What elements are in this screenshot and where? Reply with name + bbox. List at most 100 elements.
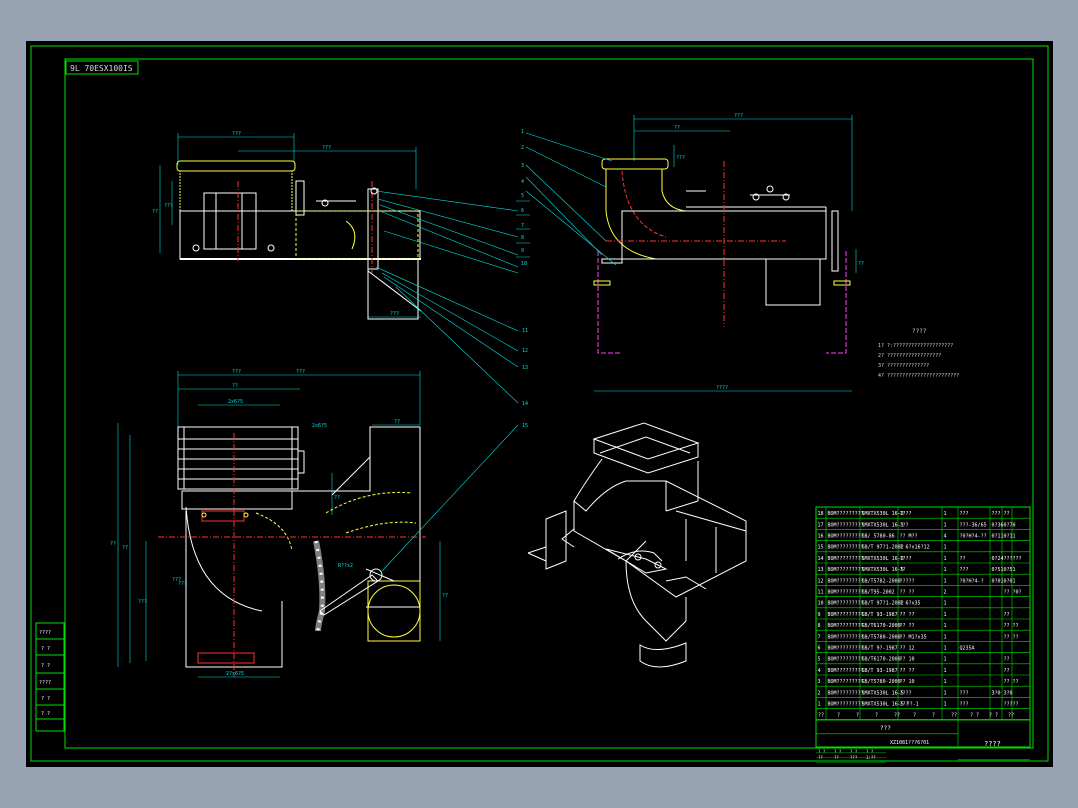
- front-dim: ??: [152, 209, 158, 215]
- left-strip: ???? ? ? ? ? ???? ? ? ? ?: [35, 622, 65, 732]
- bom-cell: BOM?????????: [828, 601, 864, 607]
- bom-cell: ?? ??: [900, 589, 915, 595]
- front-dim: ???: [322, 145, 331, 151]
- bom-header-cell: ??: [894, 713, 900, 719]
- bom-cell: 1: [944, 634, 947, 640]
- bom-cell: BOM?????????: [828, 668, 864, 674]
- side-dim: ????: [716, 385, 728, 391]
- bom-cell: ?? 10: [900, 679, 915, 685]
- bom-cell: SMXTX530L 16-5: [862, 567, 904, 573]
- left-strip-label: ? ?: [41, 663, 50, 669]
- side-view: ??? ?? ???? ?? ??? 1 2 3 4 5 6 7 8 9 10: [516, 113, 864, 392]
- bom-cell: GB/T 93-1987: [862, 612, 898, 618]
- bom-cell: 11: [818, 589, 824, 595]
- drawing-sheet: 9L 70ESX100IS ???? ? ? ? ? ???? ? ? ? ? …: [26, 41, 1053, 774]
- bom-cell: ?? M1?x35: [900, 634, 927, 640]
- front-dim: ???: [232, 131, 241, 137]
- bom-cell: 1: [944, 679, 947, 685]
- bom-cell: ???-36/65: [960, 522, 987, 528]
- bom-cell: 1: [944, 657, 947, 663]
- bom-cell: ??: [1004, 657, 1010, 663]
- bom-header-cell: ? ?: [989, 713, 998, 719]
- bom-header-cell: ?: [875, 713, 878, 719]
- plan-dim: ??: [442, 593, 448, 599]
- tech-note: 4? ????????????????????????: [878, 373, 959, 379]
- bom-cell: 1: [944, 612, 947, 618]
- bom-cell: 3?0: [992, 690, 1001, 696]
- bom-cell: ????: [900, 556, 912, 562]
- title-block-cell: ???: [850, 755, 858, 760]
- outer-border: [30, 45, 1049, 762]
- balloon-label: 13: [522, 365, 528, 371]
- bom-cell: 1: [944, 601, 947, 607]
- bom-cell: ?? ??: [900, 623, 915, 629]
- plan-view: ??? ??? ?? 2x6?5 ?? ?? 2?x6?5 ??? ??? 2x…: [110, 369, 528, 678]
- bom-cell: ???: [960, 701, 969, 707]
- bom-cell: BOM?????????: [828, 645, 864, 651]
- bom-cell: GB/ 5780-86: [862, 533, 895, 539]
- side-dim: ??: [674, 125, 680, 131]
- plan-dim: 2x6?5: [312, 423, 327, 429]
- plan-dim: ???: [138, 599, 147, 605]
- isometric-view: [527, 422, 747, 668]
- balloon-label: 14: [522, 401, 528, 407]
- bom-cell: BOM?????????: [828, 589, 864, 595]
- plan-dim: ???: [296, 369, 305, 375]
- bom-cell: ???: [960, 511, 969, 517]
- bom-cell: ?0?H?4-?: [960, 578, 984, 584]
- bom-cell: 15: [818, 545, 824, 551]
- bom-cell: BOM?????????: [828, 545, 864, 551]
- bom-cell: Q235A: [960, 645, 975, 651]
- bom-cell: ?? ??: [1004, 623, 1019, 629]
- bom-cell: 4: [818, 668, 821, 674]
- plan-dim: ??: [110, 541, 116, 547]
- bom-cell: 1: [944, 578, 947, 584]
- bom-cell: BOM?????????: [828, 612, 864, 618]
- bom-cell: 0?70: [1004, 522, 1016, 528]
- bom-cell: GB/T5780-2000: [862, 679, 901, 685]
- plan-dim: ??: [122, 545, 128, 551]
- balloon-label: 9: [521, 248, 524, 254]
- title-block-cell: ? ?: [834, 749, 842, 754]
- balloon-label: 7: [521, 223, 524, 229]
- bom-cell: ?? ??: [900, 612, 915, 618]
- bom-cell: ??: [1004, 511, 1010, 517]
- bom-cell: ??: [1004, 612, 1010, 618]
- bom-cell: 5: [818, 657, 821, 663]
- front-view: ??? ??? ?? ??? ??? 11 12 13 14: [152, 131, 528, 407]
- bom-cell: 4: [944, 533, 947, 539]
- side-dim: ???: [734, 113, 743, 119]
- bom-cell: ??????: [1004, 556, 1022, 562]
- plan-dim: ??: [334, 495, 340, 501]
- bom-cell: BOM?????????: [828, 634, 864, 640]
- code-box-text: 9L 70ESX100IS: [70, 64, 133, 73]
- balloon-label: 2: [521, 145, 524, 151]
- bom-cell: ???: [960, 567, 969, 573]
- tech-note: 3? ??????????????: [878, 363, 929, 369]
- bom-cell: BOM?????????: [828, 623, 864, 629]
- plan-dim: ??: [232, 383, 238, 389]
- left-strip-label: ? ?: [41, 696, 50, 702]
- bom-cell: ??: [900, 567, 906, 573]
- bom-cell: 0?11: [992, 533, 1004, 539]
- bom-header-cell: ?: [913, 713, 916, 719]
- left-strip-label: ????: [39, 630, 51, 636]
- bom-cell: SMXTX530L 16-2: [862, 511, 904, 517]
- balloon-label: 5: [521, 193, 524, 199]
- bom-cell: GB/T 93-1987: [862, 668, 898, 674]
- balloon-label: 15: [522, 423, 528, 429]
- balloon-label: 11: [522, 328, 528, 334]
- plan-dim: ???: [232, 369, 241, 375]
- bom-cell: 1: [944, 511, 947, 517]
- title-block-code: XZ1081???6?01: [890, 740, 929, 746]
- title-block-cell: ??: [834, 755, 839, 760]
- title-block-title: ???: [880, 725, 891, 732]
- bom-cell: BOM?????????: [828, 657, 864, 663]
- bom-cell: ?? ?0?: [1004, 589, 1022, 595]
- bom-header-cell: ?: [932, 713, 935, 719]
- bom-header-cell: ??: [951, 713, 957, 719]
- bom-header-cell: ??: [818, 713, 824, 719]
- cad-drawing: 9L 70ESX100IS ???? ? ? ? ? ???? ? ? ? ? …: [30, 45, 1049, 774]
- bom-header-cell: ?: [856, 713, 859, 719]
- code-box: 9L 70ESX100IS: [65, 60, 139, 75]
